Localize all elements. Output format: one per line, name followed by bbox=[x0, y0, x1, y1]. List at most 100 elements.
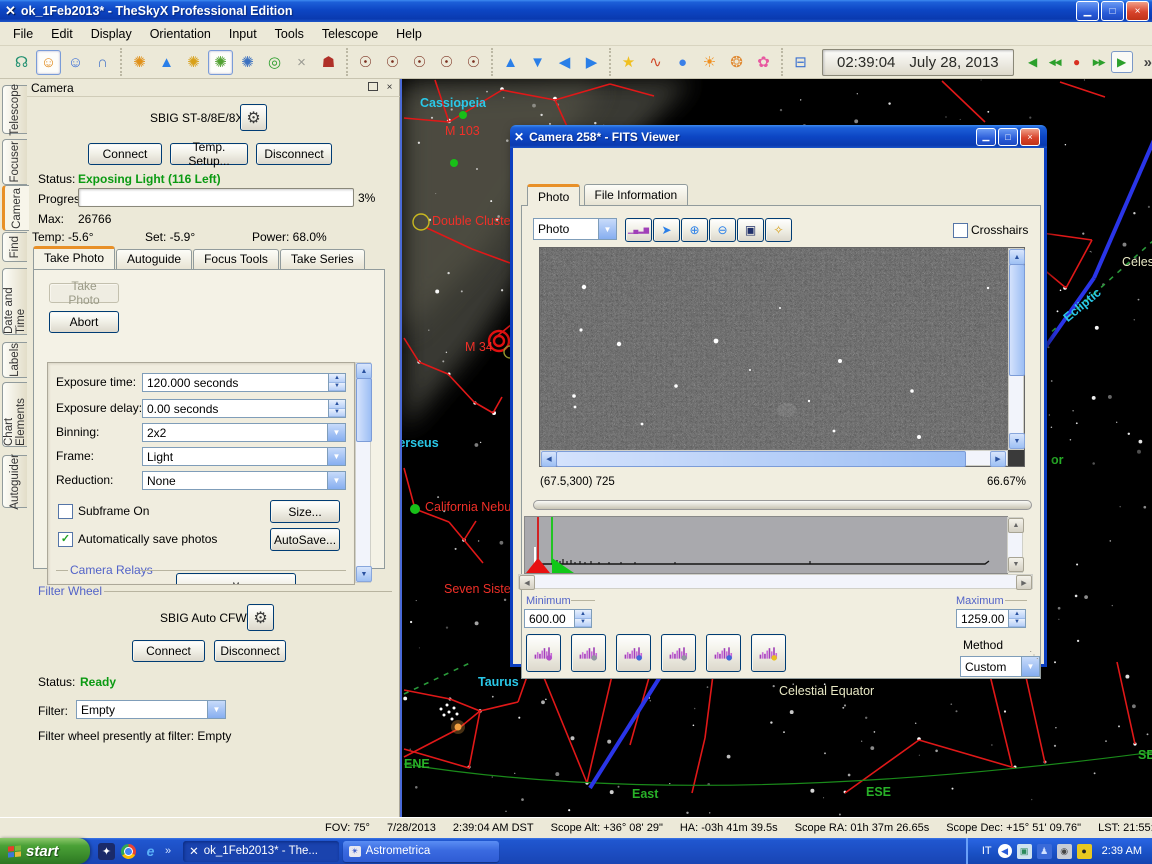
filter-disconnect-button[interactable]: Disconnect bbox=[214, 640, 286, 662]
time-display[interactable]: 02:39:04July 28, 2013 bbox=[822, 49, 1014, 76]
fast-forward-icon[interactable]: ▶▶ bbox=[1089, 57, 1109, 68]
orbit-icon-2[interactable]: ☉ bbox=[380, 50, 405, 75]
spin-up-icon[interactable]: ▲ bbox=[1009, 610, 1025, 619]
histogram-preset-button-6[interactable] bbox=[751, 634, 786, 672]
fits-tab-photo[interactable]: Photo bbox=[527, 184, 580, 206]
menu-telescope[interactable]: Telescope bbox=[313, 24, 387, 44]
fits-image[interactable] bbox=[540, 248, 1008, 450]
camera-connect-button[interactable]: Connect bbox=[88, 143, 162, 165]
fits-titlebar[interactable]: ✕ Camera 258* - FITS Viewer ▁□× bbox=[510, 125, 1047, 148]
menu-tools[interactable]: Tools bbox=[266, 24, 313, 44]
spin-up-icon[interactable]: ▲ bbox=[575, 610, 591, 619]
nebula-icon[interactable]: ✿ bbox=[751, 50, 776, 75]
orbit-icon-3[interactable]: ☉ bbox=[407, 50, 432, 75]
inspect-tool-icon[interactable]: ▣ bbox=[737, 218, 764, 242]
histogram-preset-button-5[interactable] bbox=[706, 634, 741, 672]
spin-up-icon[interactable]: ▲ bbox=[329, 400, 345, 409]
size-button[interactable]: Size... bbox=[270, 500, 340, 523]
orbit-icon-1[interactable]: ☉ bbox=[353, 50, 378, 75]
spin-up-icon[interactable]: ▲ bbox=[329, 374, 345, 383]
maximize-button[interactable]: □ bbox=[1101, 1, 1124, 21]
minimize-button[interactable]: ▁ bbox=[976, 128, 996, 146]
reduction-input[interactable]: None▼ bbox=[142, 471, 346, 490]
histogram-preset-button-4[interactable] bbox=[661, 634, 696, 672]
fits-mode-combo[interactable]: Photo ▼ bbox=[533, 218, 617, 240]
menu-orientation[interactable]: Orientation bbox=[141, 24, 220, 44]
planet-icon[interactable]: ● bbox=[670, 50, 695, 75]
histogram-preset-button-2[interactable] bbox=[571, 634, 606, 672]
tab-take-series[interactable]: Take Series bbox=[280, 249, 365, 269]
pan-right-icon[interactable]: ▶ bbox=[579, 50, 604, 75]
histogram-preset-button-3[interactable] bbox=[616, 634, 651, 672]
delete-x-icon[interactable]: × bbox=[289, 50, 314, 75]
webcam-icon[interactable]: ◉ bbox=[1057, 844, 1072, 859]
spin-down-icon[interactable]: ▼ bbox=[1009, 619, 1025, 628]
task-button-astrometrica[interactable]: ✴Astrometrica bbox=[343, 841, 499, 862]
headset-icon[interactable]: ∩ bbox=[90, 50, 115, 75]
sidebar-tab-date-and-time[interactable]: Date and Time bbox=[2, 268, 27, 335]
camera-disconnect-button[interactable]: Disconnect bbox=[256, 143, 332, 165]
sidebar-tab-labels[interactable]: Labels bbox=[2, 342, 27, 378]
minimum-spinbox[interactable]: 600.00 ▲▼ bbox=[524, 609, 592, 628]
eye-icon[interactable]: ● bbox=[1077, 844, 1092, 859]
resize-grip[interactable]: ⋱ bbox=[1029, 650, 1040, 661]
stop-icon[interactable]: ● bbox=[1067, 55, 1087, 69]
tab-autoguide[interactable]: Autoguide bbox=[116, 249, 192, 269]
ie-icon[interactable]: e bbox=[142, 843, 159, 860]
chevron-down-icon[interactable]: ▼ bbox=[598, 219, 616, 239]
method-combo[interactable]: Custom ▼ bbox=[960, 656, 1040, 677]
pointer-tool-icon[interactable]: ➤ bbox=[653, 218, 680, 242]
subframe-checkbox[interactable] bbox=[58, 504, 73, 519]
start-button[interactable]: start bbox=[0, 838, 90, 864]
sun-icon[interactable]: ☀ bbox=[697, 50, 722, 75]
orange-figure-icon[interactable]: ☺ bbox=[36, 50, 61, 75]
zoom-up-icon[interactable]: ▲ bbox=[154, 50, 179, 75]
bee-active-icon[interactable]: ✺ bbox=[208, 50, 233, 75]
skyx-quicklaunch-icon[interactable]: ✦ bbox=[98, 843, 115, 860]
histogram-hscrollbar[interactable]: ◀ ▶ bbox=[518, 574, 1033, 589]
quicklaunch-overflow[interactable]: » bbox=[165, 845, 171, 857]
tab-focus-tools[interactable]: Focus Tools bbox=[193, 249, 279, 269]
fits-tab-file-information[interactable]: File Information bbox=[584, 184, 689, 205]
knot-icon[interactable]: ☊ bbox=[9, 50, 34, 75]
maximize-button[interactable]: □ bbox=[998, 128, 1018, 146]
autosave-button[interactable]: AutoSave... bbox=[270, 528, 340, 551]
spin-down-icon[interactable]: ▼ bbox=[329, 409, 345, 418]
orbit-icon-5[interactable]: ☉ bbox=[461, 50, 486, 75]
star-icon[interactable]: ★ bbox=[616, 50, 641, 75]
filter-combo[interactable]: Empty ▼ bbox=[76, 700, 226, 719]
sidebar-tab-camera[interactable]: Camera bbox=[2, 185, 29, 231]
minimize-button[interactable]: ▁ bbox=[1076, 1, 1099, 21]
sidebar-tab-telescope[interactable]: Telescope bbox=[2, 85, 27, 134]
chevron-down-icon[interactable]: ▼ bbox=[327, 424, 345, 441]
close-button[interactable]: × bbox=[1126, 1, 1149, 21]
zoom-in-tool-icon[interactable]: ⊕ bbox=[681, 218, 708, 242]
menu-file[interactable]: File bbox=[4, 24, 42, 44]
sidebar-tab-chart-elements[interactable]: Chart Elements bbox=[2, 382, 27, 447]
fits-image-vscrollbar[interactable]: ▲ ▼ bbox=[1008, 248, 1024, 450]
filter-wheel-settings-gear-button[interactable]: ⚙ bbox=[247, 604, 274, 631]
pan-up-icon[interactable]: ▲ bbox=[498, 50, 523, 75]
close-panel-icon[interactable]: × bbox=[383, 82, 396, 94]
temp-setup-button[interactable]: Temp. Setup... bbox=[170, 143, 248, 165]
autosave-checkbox[interactable]: ✓ bbox=[58, 532, 73, 547]
sidebar-tab-focuser[interactable]: Focuser bbox=[2, 139, 27, 185]
rewind-icon[interactable]: ◀◀ bbox=[1045, 57, 1065, 68]
mars-icon[interactable]: ☗ bbox=[316, 50, 341, 75]
abort-button[interactable]: Abort bbox=[49, 311, 119, 333]
zoom-out-tool-icon[interactable]: ⊖ bbox=[709, 218, 736, 242]
menu-help[interactable]: Help bbox=[387, 24, 431, 44]
histogram-preset-button-1[interactable] bbox=[526, 634, 561, 672]
close-button[interactable]: × bbox=[1020, 128, 1040, 146]
menu-edit[interactable]: Edit bbox=[42, 24, 82, 44]
chevron-down-icon[interactable]: ▼ bbox=[207, 701, 225, 718]
step-back-icon[interactable]: ◀ bbox=[1023, 55, 1043, 69]
galaxy-icon[interactable]: ❂ bbox=[724, 50, 749, 75]
binning-input[interactable]: 2x2▼ bbox=[142, 423, 346, 442]
wand-tool-icon[interactable]: ✧ bbox=[765, 218, 792, 242]
menu-display[interactable]: Display bbox=[82, 24, 141, 44]
bee-field-icon[interactable]: ✺ bbox=[235, 50, 260, 75]
exposure-delay-input[interactable]: 0.00 seconds▲▼ bbox=[142, 399, 346, 418]
splitter-handle[interactable] bbox=[533, 500, 1032, 510]
chart-icon[interactable]: ∿ bbox=[643, 50, 668, 75]
